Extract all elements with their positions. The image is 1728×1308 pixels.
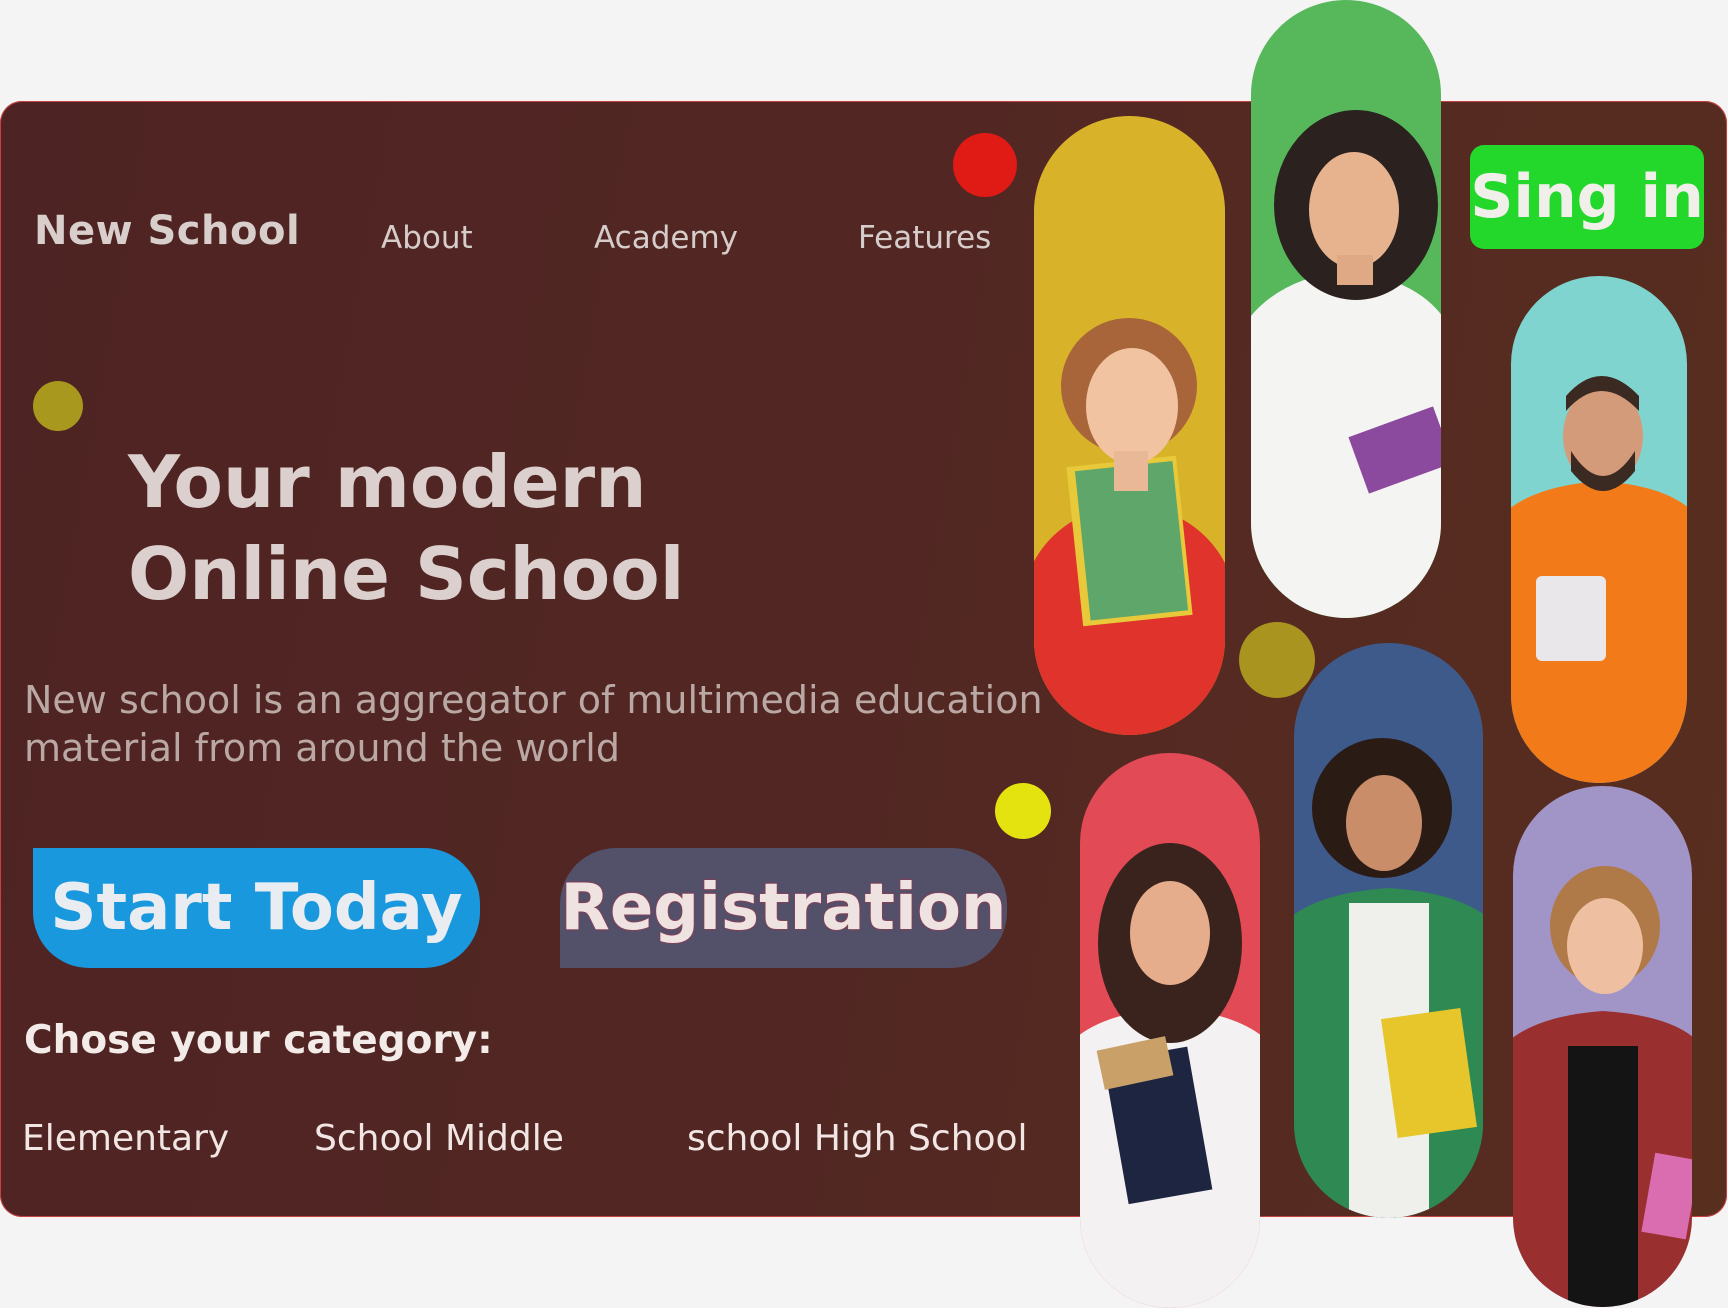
hero-title-line-2: Online School	[128, 532, 685, 616]
student-photo-lavender	[1513, 786, 1692, 1307]
student-illustration	[1034, 318, 1225, 735]
hero-title: Your modern Online School	[128, 436, 684, 620]
category-high-school[interactable]: school High School	[687, 1118, 1028, 1159]
student-illustration	[1251, 110, 1441, 618]
student-photo-red	[1080, 753, 1260, 1308]
nav-features[interactable]: Features	[858, 220, 991, 256]
student-illustration	[1294, 738, 1483, 1218]
hero-description: New school is an aggregator of multimedi…	[24, 678, 1043, 770]
student-illustration	[1511, 376, 1687, 783]
student-photo-cyan	[1511, 276, 1687, 783]
category-elementary[interactable]: Elementary	[22, 1118, 229, 1159]
nav-academy[interactable]: Academy	[594, 220, 738, 256]
decor-olive-dot	[33, 381, 83, 431]
student-photo-yellow	[1034, 116, 1225, 735]
student-photo-blue	[1294, 643, 1483, 1218]
category-heading: Chose your category:	[24, 1018, 493, 1063]
student-illustration	[1080, 843, 1260, 1308]
brand-logo[interactable]: New School	[34, 208, 300, 254]
hero-title-line-1: Your modern	[128, 440, 647, 524]
registration-button[interactable]: Registration	[560, 848, 1007, 968]
category-middle-school[interactable]: School Middle	[314, 1118, 564, 1159]
student-illustration	[1513, 866, 1692, 1307]
start-today-button[interactable]: Start Today	[33, 848, 480, 968]
sign-in-button[interactable]: Sing in	[1470, 145, 1704, 249]
student-photo-green	[1251, 0, 1441, 618]
decor-yellow-dot	[995, 783, 1051, 839]
decor-red-dot	[953, 133, 1017, 197]
nav-about[interactable]: About	[381, 220, 473, 256]
